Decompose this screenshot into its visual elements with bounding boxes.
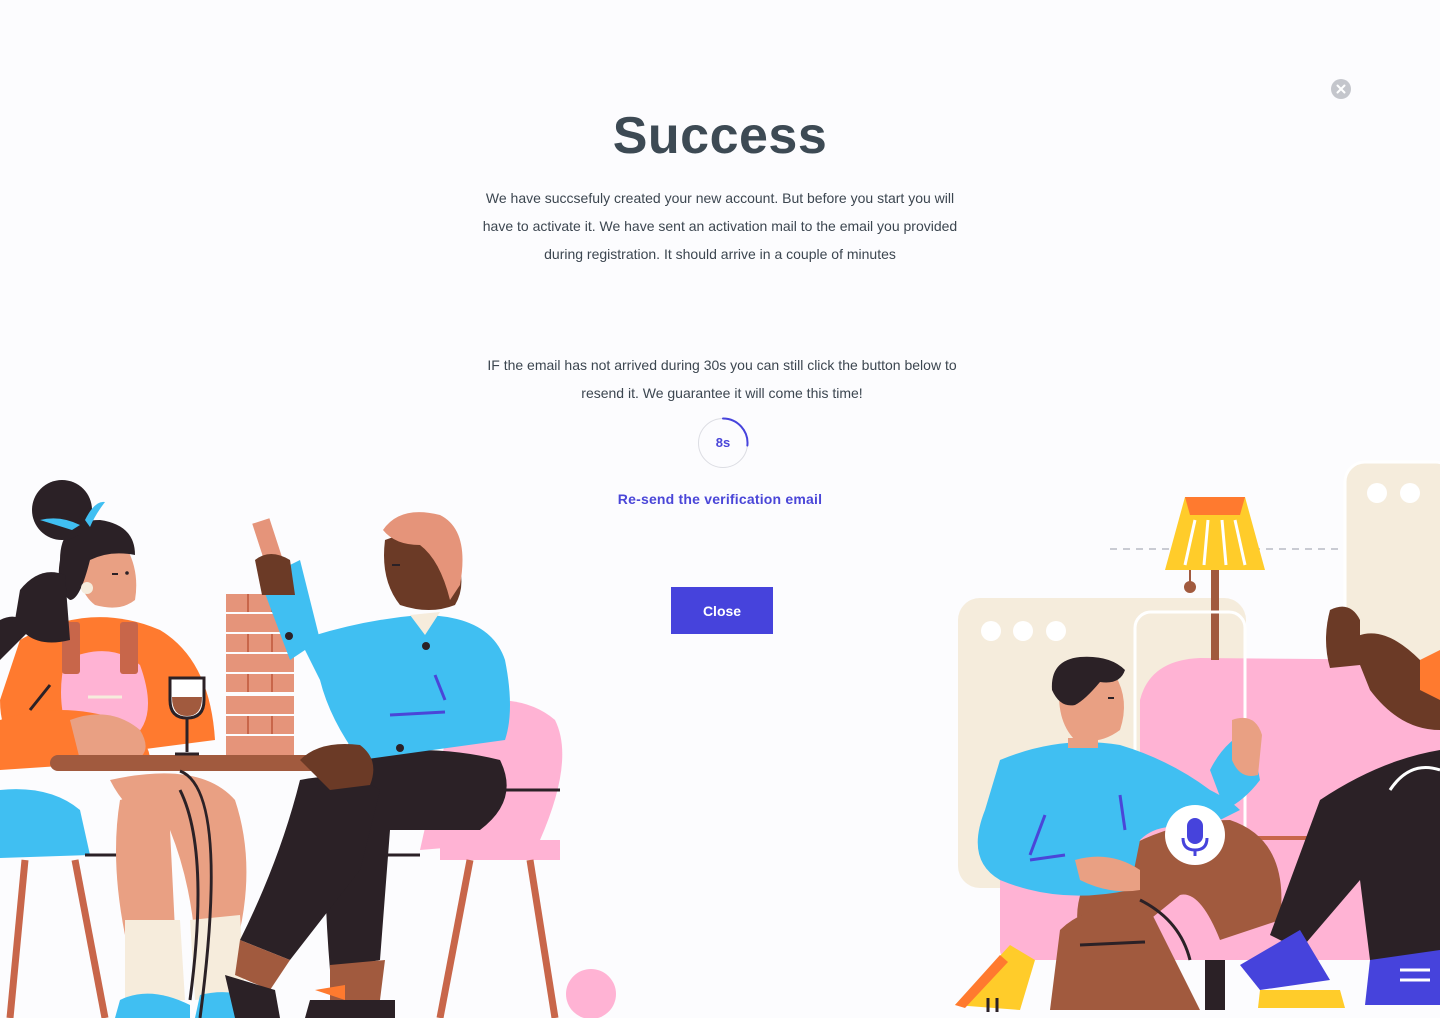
success-dialog: Success We have succsefuly created your … bbox=[0, 0, 1440, 1018]
countdown-label: 8s bbox=[715, 435, 731, 450]
resend-instructions: IF the email has not arrived during 30s … bbox=[487, 357, 957, 401]
page-title: Success bbox=[612, 107, 828, 165]
countdown-timer: 8s bbox=[697, 417, 749, 469]
close-button[interactable]: Close bbox=[671, 587, 773, 634]
dismiss-button[interactable] bbox=[1331, 79, 1351, 99]
close-icon bbox=[1336, 84, 1346, 94]
remote-meeting-illustration bbox=[955, 460, 1440, 1012]
friends-playing-jenga-illustration bbox=[0, 480, 616, 1018]
success-description: We have succsefuly created your new acco… bbox=[482, 190, 958, 262]
